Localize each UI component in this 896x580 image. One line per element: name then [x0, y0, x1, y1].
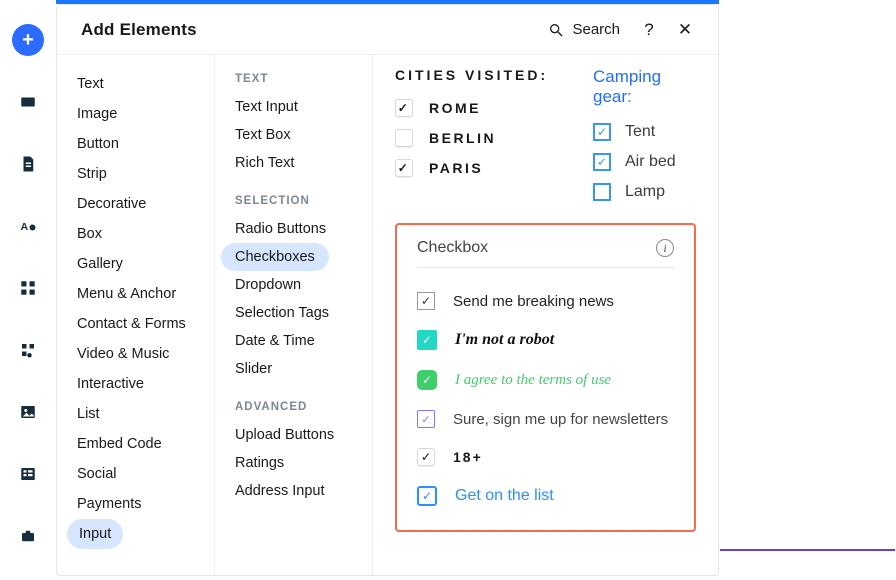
business-icon[interactable] — [12, 520, 44, 552]
category-gallery[interactable]: Gallery — [57, 249, 214, 279]
page-icon[interactable] — [12, 148, 44, 180]
panel-title: Add Elements — [81, 20, 197, 40]
sub-text-box[interactable]: Text Box — [215, 121, 372, 149]
checkbox-icon: ✓ — [417, 292, 435, 310]
sub-dropdown[interactable]: Dropdown — [215, 271, 372, 299]
checkbox-icon: ✓ — [593, 183, 611, 201]
sub-upload-buttons[interactable]: Upload Buttons — [215, 421, 372, 449]
help-button[interactable]: ? — [640, 20, 658, 40]
group-selection-title: SELECTION — [215, 191, 372, 215]
search-label: Search — [572, 21, 620, 38]
camping-title: Camping gear: — [593, 67, 696, 107]
checkbox-icon: ✓ — [417, 448, 435, 466]
checkbox-icon: ✓ — [417, 486, 437, 506]
close-button[interactable]: ✕ — [676, 20, 694, 40]
cities-title: CITIES VISITED: — [395, 67, 555, 83]
panel-header: Add Elements Search ? ✕ — [57, 5, 718, 55]
svg-text:A: A — [21, 221, 29, 233]
category-contact-forms[interactable]: Contact & Forms — [57, 309, 214, 339]
checkbox-icon: ✓ — [593, 123, 611, 141]
theme-icon[interactable]: A — [12, 210, 44, 242]
preset-get-on-list[interactable]: ✓Get on the list — [417, 476, 674, 516]
sub-selection-tags[interactable]: Selection Tags — [215, 299, 372, 327]
sub-address-input[interactable]: Address Input — [215, 477, 372, 505]
sub-rich-text[interactable]: Rich Text — [215, 149, 372, 177]
checkbox-presets-highlight: Checkbox i ✓Send me breaking news ✓I'm n… — [395, 223, 696, 532]
category-list: Text Image Button Strip Decorative Box G… — [57, 55, 215, 575]
camping-airbed[interactable]: ✓Air bed — [593, 147, 696, 177]
sections-icon[interactable] — [12, 86, 44, 118]
category-list-elem[interactable]: List — [57, 399, 214, 429]
category-text[interactable]: Text — [57, 69, 214, 99]
category-embed-code[interactable]: Embed Code — [57, 429, 214, 459]
checkbox-icon: ✓ — [593, 153, 611, 171]
city-rome[interactable]: ✓ROME — [395, 93, 555, 123]
category-payments[interactable]: Payments — [57, 489, 214, 519]
checkbox-icon: ✓ — [417, 370, 437, 390]
sub-slider[interactable]: Slider — [215, 355, 372, 383]
preview-pane: CITIES VISITED: ✓ROME BERLIN ✓PARIS Camp… — [373, 55, 718, 575]
panel-columns: Text Image Button Strip Decorative Box G… — [57, 55, 718, 575]
category-decorative[interactable]: Decorative — [57, 189, 214, 219]
checkbox-icon: ✓ — [395, 99, 413, 117]
checkbox-icon — [395, 129, 413, 147]
checkbox-icon: ✓ — [417, 330, 437, 350]
preset-terms[interactable]: ✓I agree to the terms of use — [417, 360, 674, 400]
category-menu-anchor[interactable]: Menu & Anchor — [57, 279, 214, 309]
sub-checkboxes[interactable]: Checkboxes — [221, 243, 329, 271]
category-input[interactable]: Input — [67, 519, 123, 549]
sub-text-input[interactable]: Text Input — [215, 93, 372, 121]
apps-icon[interactable] — [12, 272, 44, 304]
search-button[interactable]: Search — [548, 21, 620, 38]
preset-18plus[interactable]: ✓18+ — [417, 438, 674, 476]
preset-not-robot[interactable]: ✓I'm not a robot — [417, 320, 674, 360]
category-video-music[interactable]: Video & Music — [57, 339, 214, 369]
camping-tent[interactable]: ✓Tent — [593, 117, 696, 147]
category-strip[interactable]: Strip — [57, 159, 214, 189]
category-interactive[interactable]: Interactive — [57, 369, 214, 399]
data-icon[interactable] — [12, 458, 44, 490]
city-paris[interactable]: ✓PARIS — [395, 153, 555, 183]
cities-visited-block[interactable]: CITIES VISITED: ✓ROME BERLIN ✓PARIS — [395, 67, 555, 207]
preset-newsletters[interactable]: ✓Sure, sign me up for newsletters — [417, 400, 674, 438]
plugins-icon[interactable] — [12, 334, 44, 366]
sub-radio-buttons[interactable]: Radio Buttons — [215, 215, 372, 243]
add-elements-panel: Add Elements Search ? ✕ Text Image Butto… — [56, 4, 719, 576]
left-rail: + A — [0, 0, 56, 580]
category-button[interactable]: Button — [57, 129, 214, 159]
canvas-selection-edge — [720, 549, 895, 551]
media-icon[interactable] — [12, 396, 44, 428]
sub-ratings[interactable]: Ratings — [215, 449, 372, 477]
sub-date-time[interactable]: Date & Time — [215, 327, 372, 355]
category-box[interactable]: Box — [57, 219, 214, 249]
search-icon — [548, 22, 564, 38]
category-image[interactable]: Image — [57, 99, 214, 129]
category-social[interactable]: Social — [57, 459, 214, 489]
group-advanced-title: ADVANCED — [215, 397, 372, 421]
preset-breaking-news[interactable]: ✓Send me breaking news — [417, 282, 674, 320]
highlight-title: Checkbox — [417, 239, 488, 257]
camping-gear-block[interactable]: Camping gear: ✓Tent ✓Air bed ✓Lamp — [593, 67, 696, 207]
city-berlin[interactable]: BERLIN — [395, 123, 555, 153]
info-icon[interactable]: i — [656, 239, 674, 257]
camping-lamp[interactable]: ✓Lamp — [593, 177, 696, 207]
add-elements-rail-button[interactable]: + — [12, 24, 44, 56]
checkbox-icon: ✓ — [417, 410, 435, 428]
subgroup-list: TEXT Text Input Text Box Rich Text SELEC… — [215, 55, 373, 575]
checkbox-icon: ✓ — [395, 159, 413, 177]
group-text-title: TEXT — [215, 69, 372, 93]
